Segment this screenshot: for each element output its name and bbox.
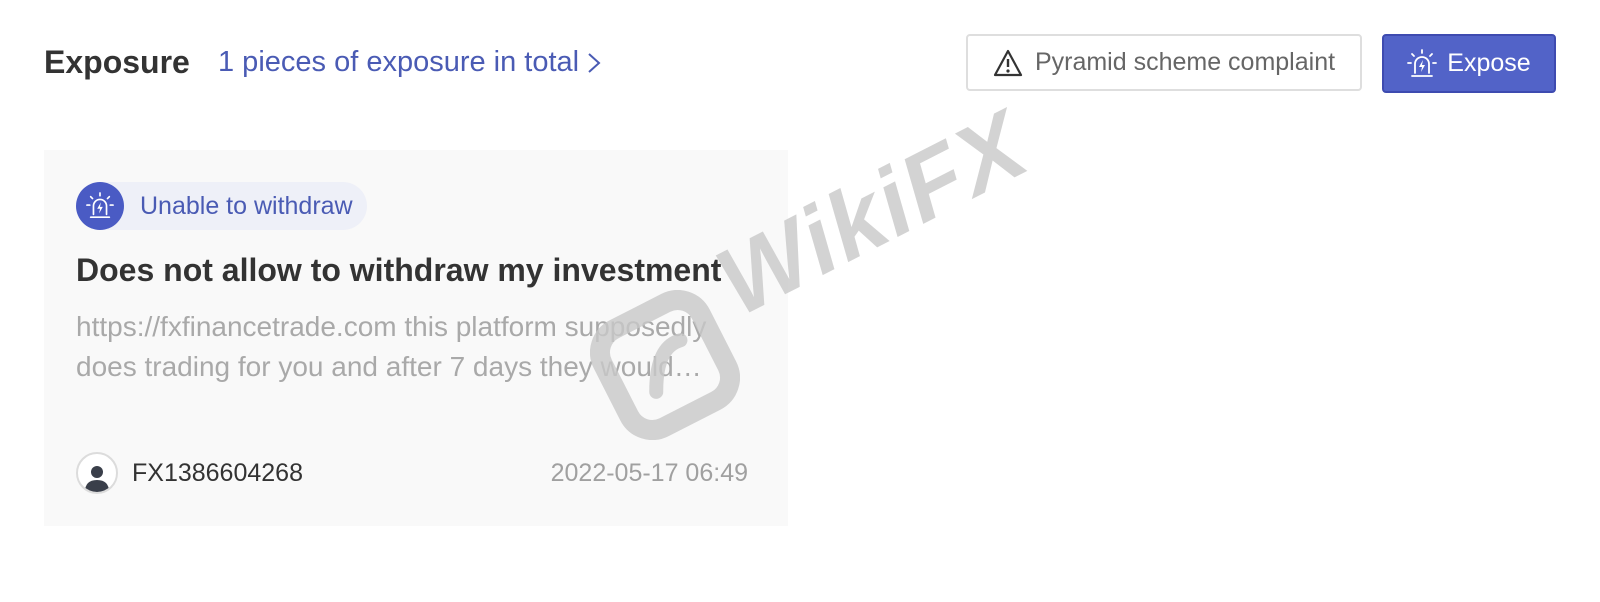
exposure-author: FX1386604268 bbox=[76, 452, 303, 494]
exposure-tag-label: Unable to withdraw bbox=[140, 191, 353, 220]
section-title: Exposure bbox=[44, 44, 190, 80]
complaint-button-label: Pyramid scheme complaint bbox=[1034, 48, 1336, 76]
exposure-card[interactable]: Unable to withdraw Does not allow to wit… bbox=[44, 150, 788, 526]
user-icon bbox=[85, 466, 109, 492]
exposure-timestamp: 2022-05-17 06:49 bbox=[550, 458, 748, 487]
pyramid-complaint-button[interactable]: Pyramid scheme complaint bbox=[966, 34, 1362, 91]
alarm-siren-icon bbox=[1407, 48, 1438, 77]
author-name: FX1386604268 bbox=[132, 458, 303, 487]
exposure-tag: Unable to withdraw bbox=[76, 182, 367, 230]
exposure-header: Exposure 1 pieces of exposure in total P… bbox=[44, 30, 1556, 94]
chevron-right-icon bbox=[588, 52, 601, 73]
exposure-card-footer: FX1386604268 2022-05-17 06:49 bbox=[76, 452, 748, 494]
exposure-title[interactable]: Does not allow to withdraw my investment bbox=[76, 252, 756, 289]
exposure-excerpt: https://fxfinancetrade.com this platform… bbox=[76, 311, 707, 382]
alarm-siren-icon bbox=[76, 182, 124, 230]
total-exposure-label: 1 pieces of exposure in total bbox=[218, 46, 580, 78]
warning-icon bbox=[993, 49, 1023, 76]
expose-button-label: Expose bbox=[1447, 49, 1531, 77]
avatar bbox=[76, 452, 118, 494]
expose-button[interactable]: Expose bbox=[1382, 34, 1556, 93]
total-exposure-link[interactable]: 1 pieces of exposure in total bbox=[218, 46, 601, 79]
